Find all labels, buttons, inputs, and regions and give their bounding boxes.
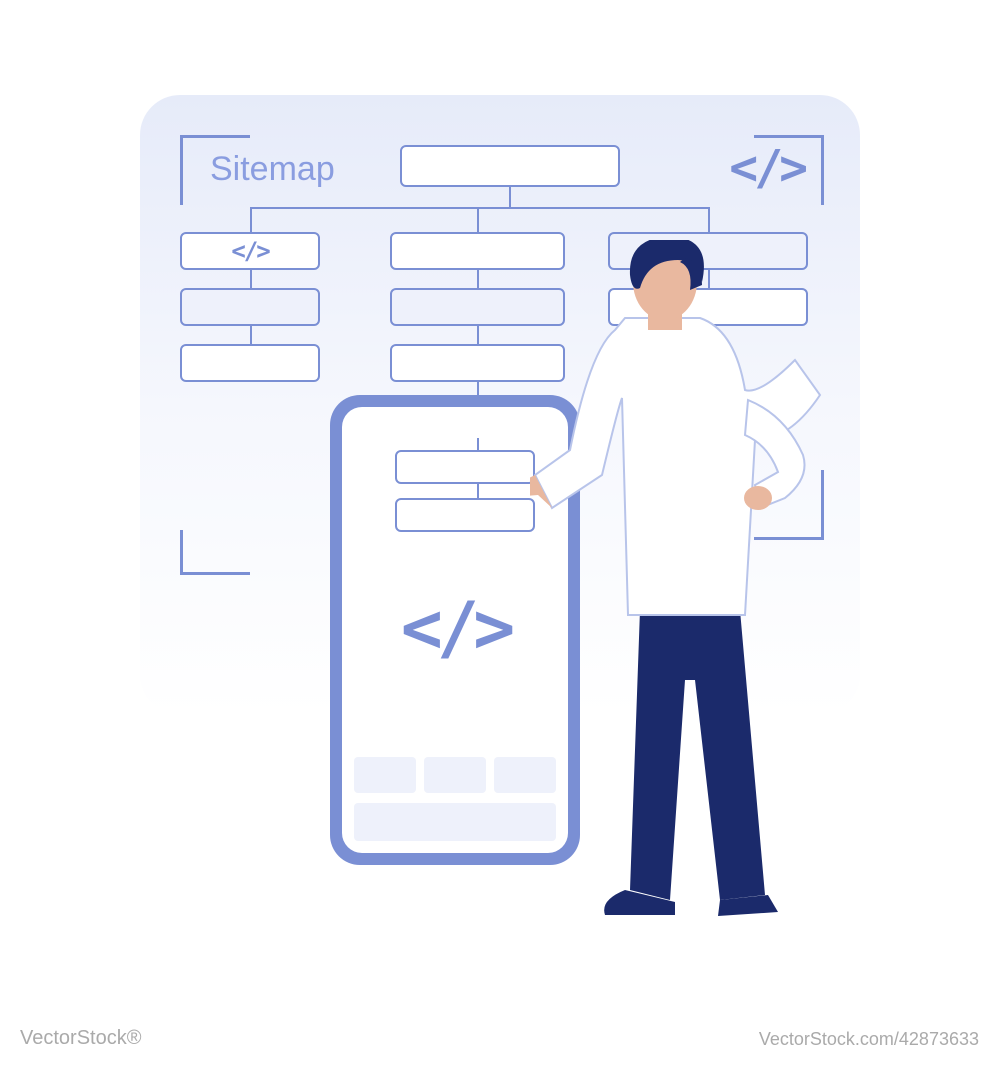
connector-line [477, 207, 479, 232]
sitemap-label: Sitemap [210, 150, 335, 189]
watermark-id: VectorStock.com/42873633 [759, 1029, 979, 1050]
phone-button [354, 757, 416, 793]
phone-bottom-bar [354, 803, 556, 841]
sitemap-root-node [400, 145, 620, 187]
connector-line [477, 270, 479, 288]
sitemap-node [395, 498, 535, 532]
connector-line [509, 187, 511, 207]
connector-line [250, 207, 710, 209]
phone-button [424, 757, 486, 793]
connector-line [250, 326, 252, 344]
sitemap-node [180, 344, 320, 382]
code-icon: </> [729, 140, 804, 196]
connector-line [708, 207, 710, 232]
person-illustration [530, 240, 870, 920]
watermark-brand: VectorStock® [20, 1027, 141, 1050]
code-icon: </> [401, 587, 509, 669]
illustration-canvas: Sitemap </> </> </> [50, 50, 949, 949]
sitemap-node-code: </> [180, 232, 320, 270]
sitemap-node [395, 450, 535, 484]
connector-line [250, 207, 252, 232]
frame-bracket-bottom-left [180, 530, 250, 575]
sitemap-node [180, 288, 320, 326]
connector-line [477, 326, 479, 344]
connector-line [250, 270, 252, 288]
connector-line [477, 484, 479, 498]
phone-button-row [354, 757, 556, 793]
connector-line [477, 438, 479, 450]
code-icon: </> [231, 237, 268, 265]
